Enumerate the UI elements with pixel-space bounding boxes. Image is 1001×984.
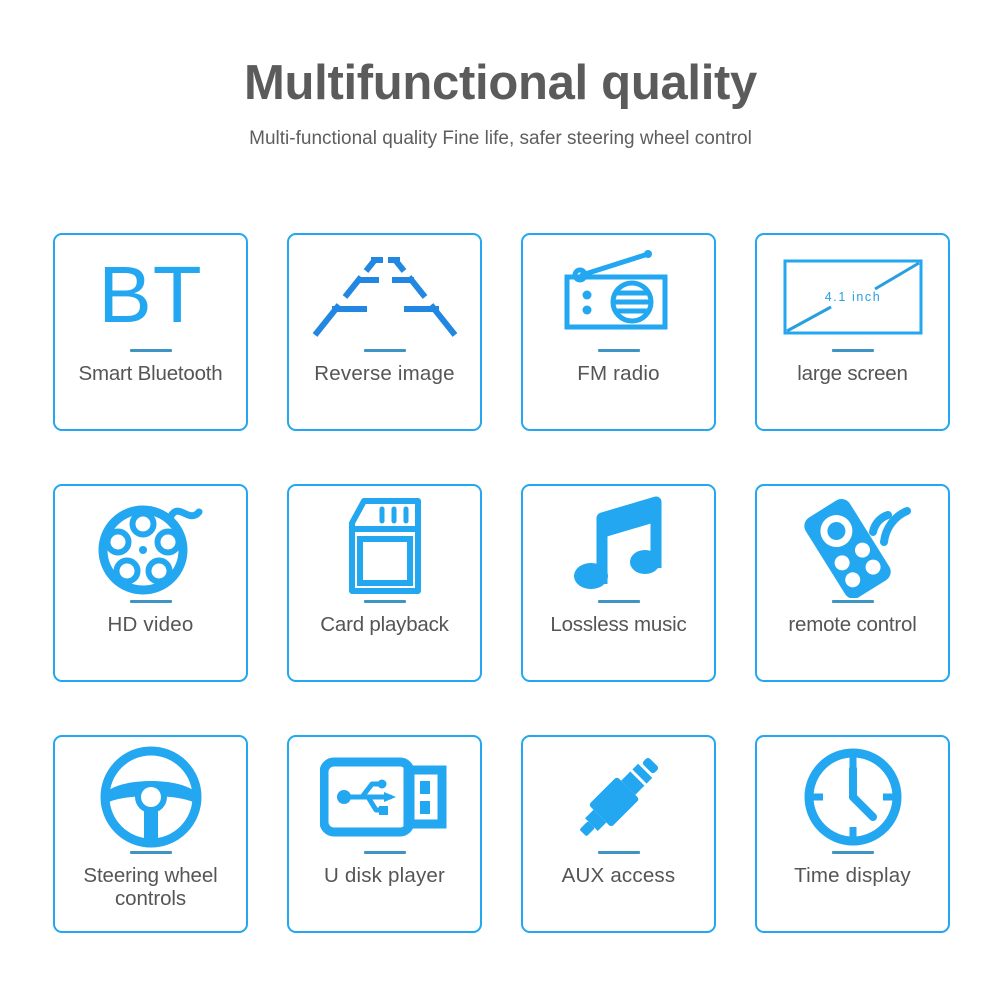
film-reel-icon (55, 486, 246, 604)
card-divider (363, 851, 406, 854)
feature-card-time-display[interactable]: Time display (755, 735, 950, 933)
steering-wheel-icon (55, 737, 246, 855)
feature-label: Card playback (320, 613, 449, 636)
card-divider (363, 349, 406, 352)
feature-label: AUX access (561, 864, 676, 887)
feature-label: HD video (107, 613, 194, 636)
card-divider (597, 600, 640, 603)
card-divider (129, 349, 172, 352)
card-divider (129, 851, 172, 854)
screen-size-text: 4.1 inch (824, 290, 881, 304)
feature-card-smart-bluetooth[interactable]: BT Smart Bluetooth (53, 233, 248, 431)
card-divider (831, 600, 874, 603)
card-divider (363, 600, 406, 603)
feature-label: remote control (788, 613, 917, 636)
feature-grid: BT Smart Bluetooth Reverse image FM radi… (53, 233, 950, 933)
feature-label: FM radio (577, 362, 660, 385)
feature-card-hd-video[interactable]: HD video (53, 484, 248, 682)
page-header: Multifunctional quality Multi-functional… (0, 0, 1001, 151)
feature-card-lossless-music[interactable]: Lossless music (521, 484, 716, 682)
page-subtitle: Multi-functional quality Fine life, safe… (249, 127, 752, 149)
card-divider (831, 349, 874, 352)
feature-label: Lossless music (550, 613, 687, 636)
feature-card-aux-access[interactable]: AUX access (521, 735, 716, 933)
sd-card-icon (289, 486, 480, 604)
bt-badge-text: BT (98, 250, 203, 339)
feature-label: U disk player (323, 864, 446, 887)
clock-icon (757, 737, 948, 855)
feature-card-reverse-image[interactable]: Reverse image (287, 233, 482, 431)
reverse-parking-lines-icon (289, 235, 480, 353)
feature-card-remote-control[interactable]: remote control (755, 484, 950, 682)
feature-card-fm-radio[interactable]: FM radio (521, 233, 716, 431)
screen-icon: 4.1 inch (757, 235, 948, 353)
card-divider (597, 851, 640, 854)
feature-label: Steering wheel controls (83, 864, 218, 911)
card-divider (129, 600, 172, 603)
radio-icon (523, 235, 714, 353)
feature-label: Time display (794, 864, 911, 887)
music-note-icon (523, 486, 714, 604)
card-divider (597, 349, 640, 352)
page-title: Multifunctional quality (243, 56, 757, 110)
feature-label: Reverse image (314, 362, 455, 385)
feature-card-steering-wheel-controls[interactable]: Steering wheel controls (53, 735, 248, 933)
feature-label: large screen (797, 362, 908, 385)
feature-label: Smart Bluetooth (78, 362, 223, 385)
feature-card-large-screen[interactable]: 4.1 inch large screen (755, 233, 950, 431)
feature-card-card-playback[interactable]: Card playback (287, 484, 482, 682)
card-divider (831, 851, 874, 854)
remote-control-icon (757, 486, 948, 604)
feature-card-u-disk-player[interactable]: U disk player (287, 735, 482, 933)
usb-flash-drive-icon (289, 737, 480, 855)
audio-jack-icon (523, 737, 714, 855)
bluetooth-bt-icon: BT (55, 235, 246, 353)
